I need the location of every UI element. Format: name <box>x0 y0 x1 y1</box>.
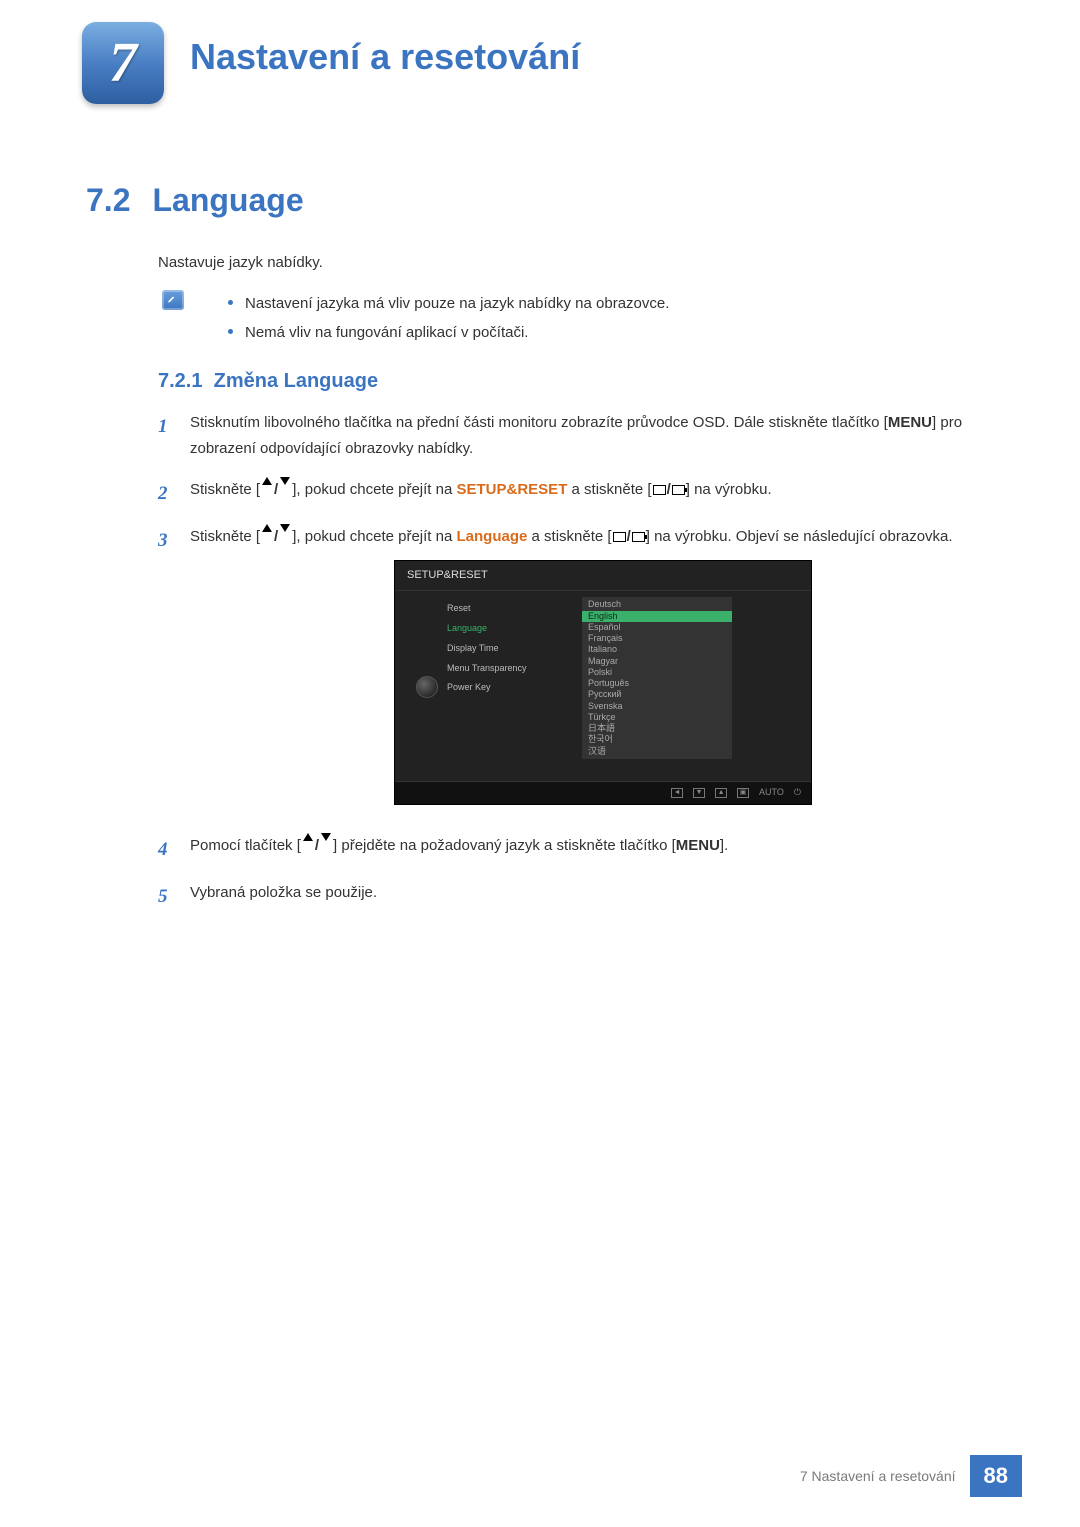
step-text: Vybraná položka se použije. <box>190 880 377 913</box>
osd-footer: ◄ ▼ ▲ ▣ AUTO ⏻ <box>395 781 811 804</box>
section-number: 7.2 <box>86 182 130 219</box>
language-label: Language <box>457 528 528 545</box>
enter-icon <box>672 485 685 495</box>
osd-menu-item: Menu Transparency <box>447 659 582 679</box>
osd-lang-item: Русский <box>588 689 726 700</box>
source-icon <box>653 485 666 495</box>
subsection-number: 7.2.1 <box>158 370 202 392</box>
step-3: 3 Stiskněte [/], pokud chcete přejít na … <box>158 524 994 819</box>
osd-power-icon: ⏻ <box>794 785 801 801</box>
source-icon <box>613 532 626 542</box>
osd-lang-item: Polski <box>588 667 726 678</box>
osd-menu-item: Reset <box>447 599 582 619</box>
menu-key-label: MENU <box>888 414 932 431</box>
osd-lang-item: Magyar <box>588 656 726 667</box>
step-text: Pomocí tlačítek [/] přejděte na požadova… <box>190 833 728 866</box>
intro-text: Nastavuje jazyk nabídky. <box>158 254 323 271</box>
up-down-icon: / <box>262 524 290 550</box>
step-number: 5 <box>158 880 172 913</box>
osd-auto-label: AUTO <box>759 785 784 801</box>
chapter-number: 7 <box>109 31 137 95</box>
osd-lang-item: Italiano <box>588 644 726 655</box>
step-5: 5 Vybraná položka se použije. <box>158 880 994 913</box>
footer-page-number: 88 <box>970 1455 1022 1497</box>
osd-knob-graphic <box>407 597 447 759</box>
section-heading: 7.2 Language <box>86 182 304 219</box>
setupreset-label: SETUP&RESET <box>457 481 568 498</box>
osd-lang-item: 日本語 <box>588 723 726 734</box>
osd-nav-up-icon: ▲ <box>715 788 727 798</box>
bullet-icon <box>228 300 233 305</box>
osd-screenshot: SETUP&RESET Reset Language Display Time … <box>394 560 812 805</box>
subsection-title: Změna Language <box>214 370 378 392</box>
steps-list: 1 Stisknutím libovolného tlačítka na pře… <box>158 410 994 927</box>
step-2: 2 Stiskněte [/], pokud chcete přejít na … <box>158 477 994 510</box>
enter-icon <box>632 532 645 542</box>
note-text: Nastavení jazyka má vliv pouze na jazyk … <box>245 290 669 319</box>
step-text: Stiskněte [/], pokud chcete přejít na La… <box>190 524 953 819</box>
osd-lang-item: Svenska <box>588 701 726 712</box>
osd-left-menu: Reset Language Display Time Menu Transpa… <box>447 597 582 759</box>
chapter-title: Nastavení a resetování <box>190 36 580 78</box>
step-text: Stisknutím libovolného tlačítka na předn… <box>190 410 994 463</box>
osd-lang-item: Español <box>588 622 726 633</box>
osd-nav-left-icon: ◄ <box>671 788 683 798</box>
up-down-icon: / <box>262 477 290 503</box>
page-footer: 7 Nastavení a resetování 88 <box>786 1455 1022 1497</box>
osd-menu-item-selected: Language <box>447 619 582 639</box>
section-title: Language <box>152 182 303 219</box>
osd-language-list: Deutsch English Español Français Italian… <box>582 597 732 759</box>
bullet-icon <box>228 329 233 334</box>
osd-lang-item: 한국어 <box>588 734 726 745</box>
osd-menu-item: Power Key <box>447 678 582 698</box>
osd-lang-item: Français <box>588 633 726 644</box>
note-item: Nemá vliv na fungování aplikací v počíta… <box>228 319 990 348</box>
osd-lang-item: 汉语 <box>588 746 726 757</box>
osd-menu-item: Display Time <box>447 639 582 659</box>
note-text: Nemá vliv na fungování aplikací v počíta… <box>245 319 528 348</box>
note-icon <box>162 290 184 310</box>
step-number: 2 <box>158 477 172 510</box>
osd-lang-item: Türkçe <box>588 712 726 723</box>
subsection-heading: 7.2.1 Změna Language <box>158 370 378 393</box>
note-list: Nastavení jazyka má vliv pouze na jazyk … <box>228 290 990 347</box>
step-1: 1 Stisknutím libovolného tlačítka na pře… <box>158 410 994 463</box>
osd-nav-enter-icon: ▣ <box>737 788 749 798</box>
chapter-badge: 7 <box>82 22 164 104</box>
menu-key-label: MENU <box>676 837 720 854</box>
footer-chapter-label: 7 Nastavení a resetování <box>786 1468 970 1484</box>
step-number: 1 <box>158 410 172 463</box>
osd-nav-down-icon: ▼ <box>693 788 705 798</box>
osd-lang-item: Deutsch <box>588 599 726 610</box>
note-item: Nastavení jazyka má vliv pouze na jazyk … <box>228 290 990 319</box>
step-number: 3 <box>158 524 172 819</box>
step-text: Stiskněte [/], pokud chcete přejít na SE… <box>190 477 772 510</box>
osd-lang-item: Português <box>588 678 726 689</box>
osd-lang-item-highlighted: English <box>582 611 732 622</box>
up-down-icon: / <box>303 833 331 859</box>
osd-title: SETUP&RESET <box>395 561 811 591</box>
step-4: 4 Pomocí tlačítek [/] přejděte na požado… <box>158 833 994 866</box>
step-number: 4 <box>158 833 172 866</box>
